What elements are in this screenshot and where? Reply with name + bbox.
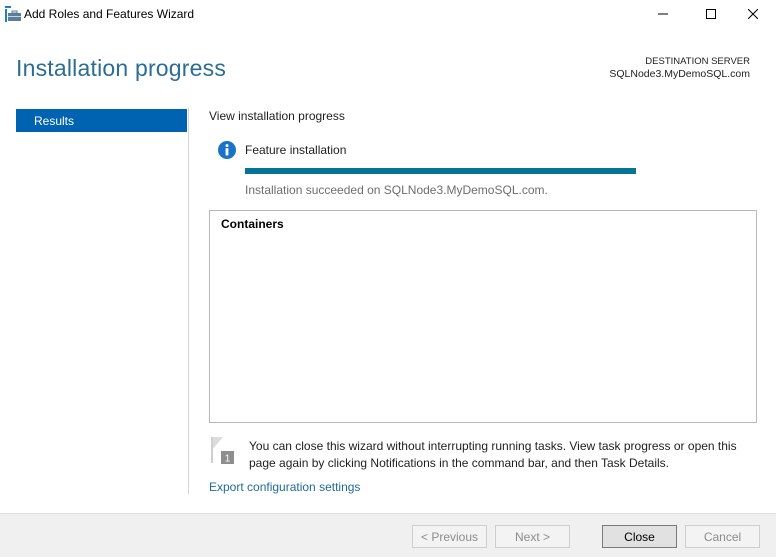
progress-fill xyxy=(245,168,636,174)
window-title: Add Roles and Features Wizard xyxy=(24,7,195,21)
notification-badge: 1 xyxy=(225,454,231,465)
server-manager-icon xyxy=(5,6,21,22)
installation-status: Installation succeeded on SQLNode3.MyDem… xyxy=(245,183,548,197)
sidebar-item-results[interactable]: Results xyxy=(16,109,187,132)
info-icon xyxy=(218,141,236,159)
previous-button[interactable]: < Previous xyxy=(412,525,487,548)
page-title: Installation progress xyxy=(16,55,227,81)
title-bar: Add Roles and Features Wizard xyxy=(0,0,776,28)
results-list: Containers xyxy=(209,210,757,423)
maximize-icon xyxy=(706,9,716,19)
destination-server-label: DESTINATION SERVER xyxy=(645,56,750,67)
export-configuration-link[interactable]: Export configuration settings xyxy=(209,480,360,494)
close-icon xyxy=(748,9,758,19)
minimize-button[interactable] xyxy=(640,0,686,28)
close-wizard-note: You can close this wizard without interr… xyxy=(249,439,737,470)
cancel-button[interactable]: Cancel xyxy=(685,525,760,548)
minimize-icon xyxy=(658,13,668,15)
next-button[interactable]: Next > xyxy=(495,525,570,548)
section-heading: View installation progress xyxy=(209,109,345,123)
installation-progress-bar xyxy=(245,168,636,174)
notification-flag-icon: 1 xyxy=(211,437,234,465)
feature-installation-label: Feature installation xyxy=(245,143,347,157)
results-item-containers: Containers xyxy=(221,217,284,231)
close-button[interactable]: Close xyxy=(602,525,677,548)
close-window-button[interactable] xyxy=(730,0,776,28)
destination-server-name: SQLNode3.MyDemoSQL.com xyxy=(609,68,750,80)
sidebar-divider xyxy=(188,108,189,494)
maximize-button[interactable] xyxy=(688,0,734,28)
sidebar-item-label: Results xyxy=(34,113,75,128)
